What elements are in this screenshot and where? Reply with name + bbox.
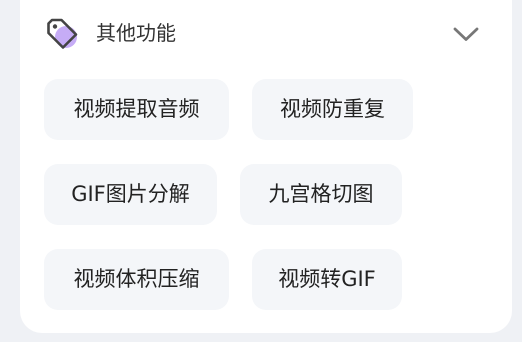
feature-extract-audio-button[interactable]: 视频提取音频: [44, 79, 229, 140]
feature-dedup-video-button[interactable]: 视频防重复: [252, 79, 413, 140]
chevron-down-icon[interactable]: [452, 20, 480, 48]
other-features-card: 其他功能 视频提取音频 视频防重复 GIF图片分解 九宫格切图 视频体积压缩 视…: [20, 0, 512, 333]
section-title: 其他功能: [96, 21, 176, 45]
feature-nine-grid-button[interactable]: 九宫格切图: [240, 164, 402, 225]
feature-video-to-gif-button[interactable]: 视频转GIF: [252, 249, 402, 310]
tag-icon: [44, 16, 80, 52]
feature-gif-split-button[interactable]: GIF图片分解: [44, 164, 217, 225]
feature-compress-video-button[interactable]: 视频体积压缩: [44, 249, 229, 310]
section-header[interactable]: 其他功能: [20, 0, 512, 66]
